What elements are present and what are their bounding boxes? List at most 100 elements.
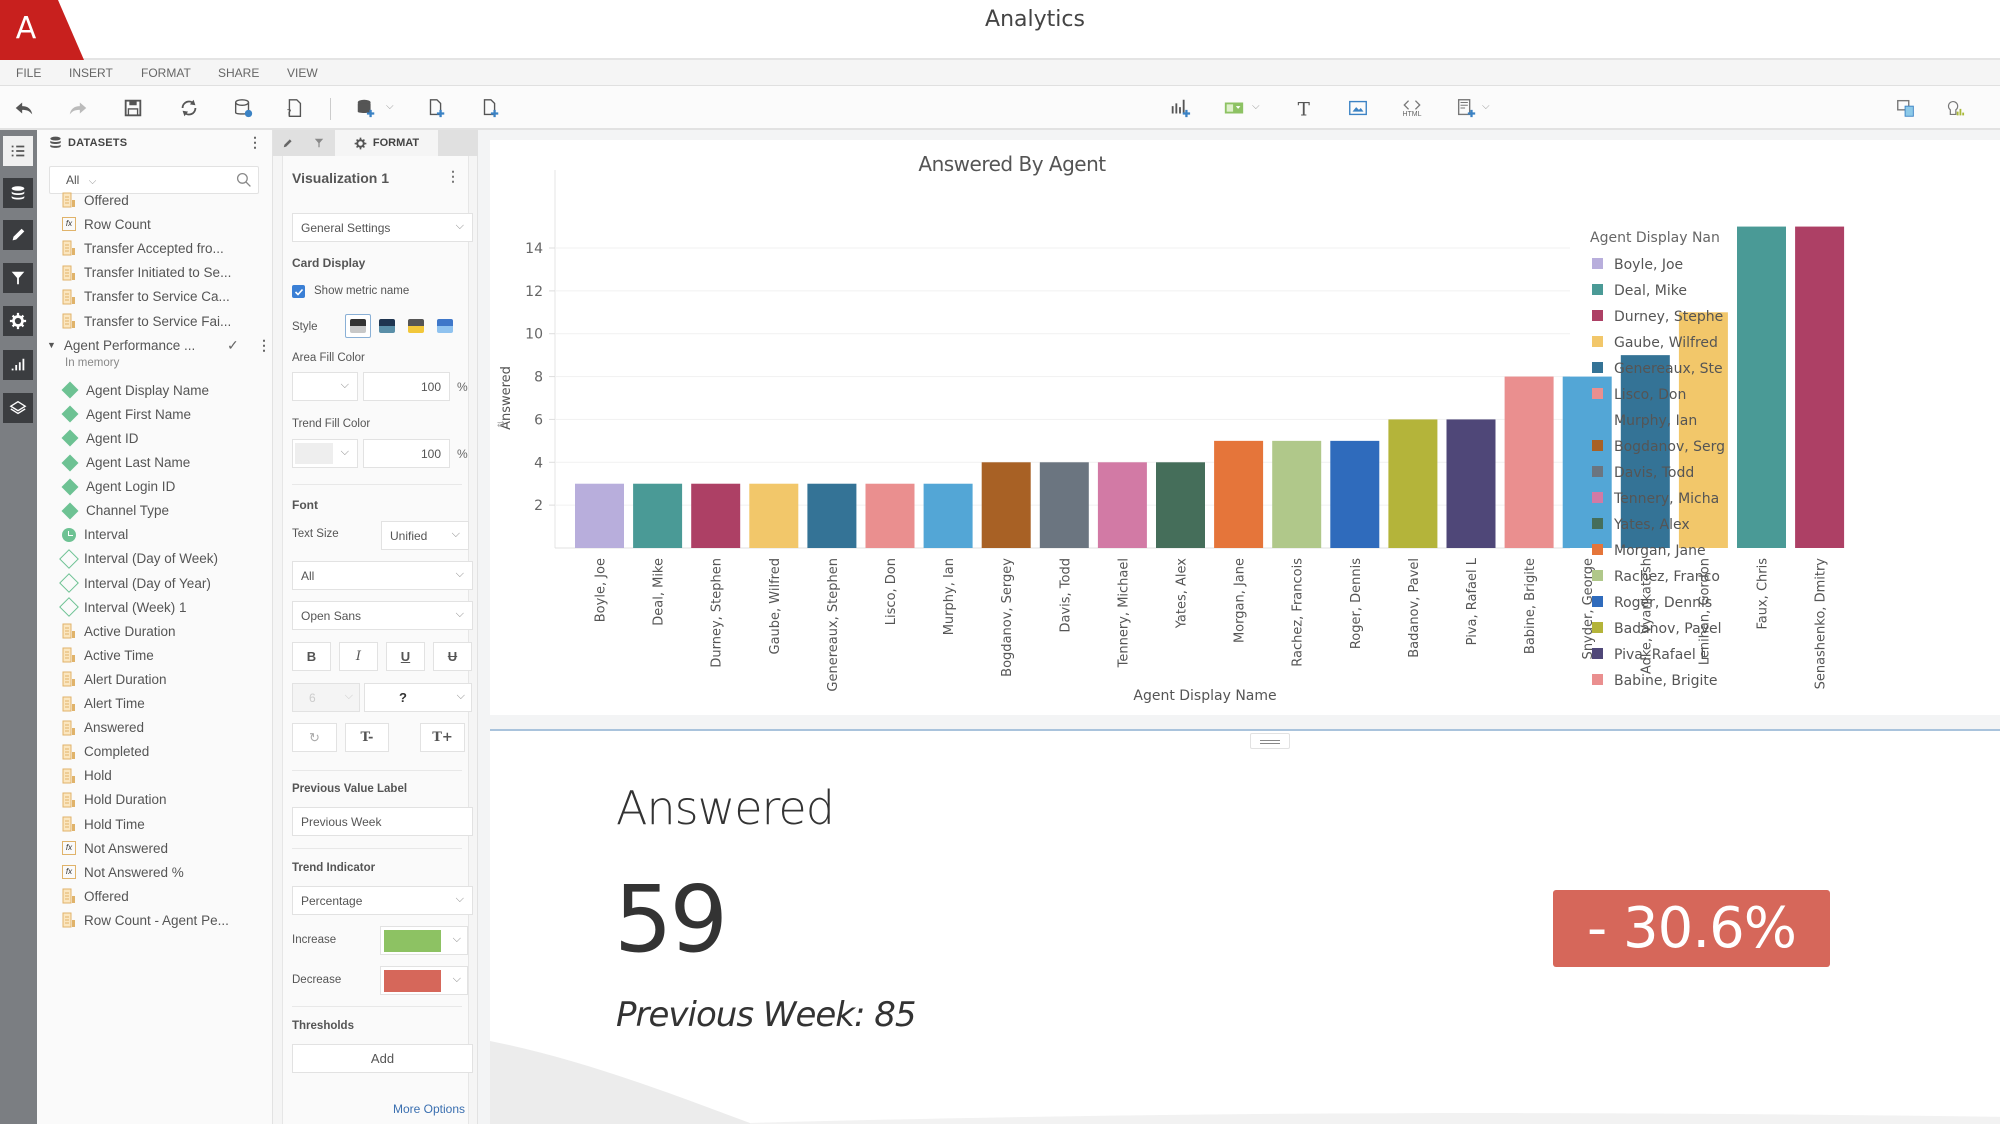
dataset-field[interactable]: Interval (Week) 1 [59, 596, 187, 618]
dataset-field[interactable]: Active Time [62, 644, 154, 666]
add-panel-chevron[interactable]: ⌵ [1482, 101, 1490, 112]
dataset-info-icon[interactable] [229, 94, 257, 122]
dataset-field[interactable]: Hold Time [62, 813, 145, 835]
style-option-1[interactable] [350, 319, 366, 333]
reset-font-button[interactable]: ↻ [292, 723, 337, 752]
dataset-field[interactable]: Agent Last Name [61, 452, 190, 474]
layers-icon[interactable] [3, 393, 33, 423]
style-option-3[interactable] [408, 319, 424, 333]
text-size-select[interactable]: Unified ⌵ [381, 521, 469, 550]
datasets-filter-select[interactable]: All ⌵ [66, 173, 96, 187]
add-page-icon[interactable] [422, 94, 450, 122]
strikethrough-button[interactable]: U [433, 642, 472, 671]
area-fill-color-picker[interactable]: ⌵ [292, 372, 358, 401]
show-metric-checkbox[interactable] [292, 285, 305, 298]
menu-insert[interactable]: INSERT [69, 66, 113, 80]
dataset-field[interactable]: Answered [62, 717, 144, 739]
dataset-field[interactable]: Agent Display Name [61, 379, 209, 401]
dataset-field[interactable]: Interval (Day of Year) [59, 572, 211, 594]
dataset-field[interactable]: Hold [62, 765, 112, 787]
viz-menu-icon[interactable]: ⋮ [446, 168, 460, 185]
dataset-field[interactable]: Interval [62, 524, 128, 546]
dataset-field[interactable]: Transfer Accepted fro... [62, 237, 224, 259]
add-text-icon[interactable]: T [1290, 94, 1318, 122]
previous-value-input[interactable]: Previous Week [292, 807, 473, 836]
filter-icon[interactable] [3, 263, 33, 293]
dataset-field[interactable]: fx Row Count [62, 213, 151, 235]
dataset-field[interactable]: Agent First Name [61, 403, 191, 425]
more-options-link[interactable]: More Options [393, 1102, 465, 1116]
style-option-4[interactable] [437, 319, 453, 333]
add-image-icon[interactable] [1344, 94, 1372, 122]
dataset-group-agent-performance[interactable]: ▼ Agent Performance ... ✓ ⋮ [47, 334, 271, 356]
menu-format[interactable]: FORMAT [141, 66, 191, 80]
edit-icon[interactable] [3, 220, 33, 250]
dataset-field[interactable]: fx Not Answered [62, 837, 168, 859]
tab-edit[interactable] [273, 130, 303, 156]
add-threshold-button[interactable]: Add [292, 1044, 473, 1073]
save-icon[interactable] [119, 94, 147, 122]
list-icon[interactable] [3, 136, 33, 166]
dataset-field[interactable]: fx Not Answered % [62, 861, 184, 883]
dataset-field[interactable]: Interval (Day of Week) [59, 548, 218, 570]
font-scope-select[interactable]: All ⌵ [292, 561, 473, 590]
dataset-field[interactable]: Alert Time [62, 693, 145, 715]
help-doc-icon[interactable]: ? [280, 94, 308, 122]
bold-button[interactable]: B [292, 642, 331, 671]
chart-icon[interactable] [3, 350, 33, 380]
collapse-icon[interactable]: ▼ [47, 340, 56, 350]
style-option-2[interactable] [379, 319, 395, 333]
add-html-icon[interactable]: HTML [1398, 94, 1426, 122]
increase-color-picker[interactable]: ⌵ [380, 926, 468, 955]
settings-icon[interactable] [3, 306, 33, 336]
dataset-field[interactable]: Agent Login ID [61, 476, 175, 498]
dataset-field[interactable]: Channel Type [61, 500, 169, 522]
decrease-color-picker[interactable]: ⌵ [380, 966, 468, 995]
area-fill-opacity-input[interactable]: 100 [363, 372, 450, 401]
dataset-field[interactable]: Transfer Initiated to Se... [62, 262, 231, 284]
dataset-field[interactable]: Alert Duration [62, 668, 167, 690]
settings-select[interactable]: General Settings ⌵ [292, 213, 473, 242]
trend-indicator-select[interactable]: Percentage ⌵ [292, 886, 473, 915]
increase-font-button[interactable]: T+ [420, 723, 465, 752]
dataset-field[interactable]: Hold Duration [62, 789, 167, 811]
refresh-icon[interactable] [175, 94, 203, 122]
underline-button[interactable]: U [386, 642, 425, 671]
trend-fill-opacity-input[interactable]: 100 [363, 439, 450, 468]
datasets-menu-icon[interactable]: ⋮ [248, 134, 262, 151]
dataset-field[interactable]: Agent ID [61, 427, 139, 449]
font-size-select[interactable]: 6 ⌵ [292, 683, 360, 712]
add-filter-chevron[interactable]: ⌵ [1252, 101, 1260, 112]
search-icon[interactable] [236, 172, 252, 193]
menu-share[interactable]: SHARE [218, 66, 259, 80]
dataset-field[interactable]: Row Count - Agent Pe... [62, 909, 229, 931]
add-filter-icon[interactable] [1220, 94, 1248, 122]
add-dataset-chevron[interactable]: ⌵ [386, 101, 394, 112]
dataset-field[interactable]: Transfer to Service Fai... [62, 310, 231, 332]
trend-fill-color-picker[interactable]: ⌵ [292, 439, 358, 468]
kpi-card[interactable]: Answered 59 Previous Week: 85 - 30.6% [490, 729, 2000, 1124]
dataset-field[interactable]: Offered [62, 189, 129, 211]
drag-handle[interactable] [1250, 733, 1290, 749]
add-chart-icon[interactable] [1166, 94, 1194, 122]
font-family-select[interactable]: Open Sans ⌵ [292, 601, 473, 630]
decrease-font-button[interactable]: T- [345, 723, 389, 752]
insights-icon[interactable] [1940, 94, 1968, 122]
menu-file[interactable]: FILE [16, 66, 41, 80]
font-color-select[interactable]: ? ⌵ [364, 683, 472, 712]
responsive-view-icon[interactable] [1892, 94, 1920, 122]
group-menu-icon[interactable]: ⋮ [257, 337, 271, 354]
dataset-field[interactable]: Active Duration [62, 620, 176, 642]
italic-button[interactable]: I [339, 642, 378, 671]
datasets-icon[interactable] [3, 178, 33, 208]
new-document-icon[interactable] [476, 94, 504, 122]
add-panel-icon[interactable] [1452, 94, 1480, 122]
dataset-field[interactable]: Offered [62, 885, 129, 907]
tab-filter[interactable] [304, 130, 334, 156]
dataset-field[interactable]: Completed [62, 741, 149, 763]
undo-icon[interactable] [10, 94, 38, 122]
add-dataset-icon[interactable] [352, 94, 380, 122]
tab-format[interactable]: FORMAT [335, 130, 438, 156]
redo-icon[interactable] [64, 94, 92, 122]
menu-view[interactable]: VIEW [287, 66, 318, 80]
